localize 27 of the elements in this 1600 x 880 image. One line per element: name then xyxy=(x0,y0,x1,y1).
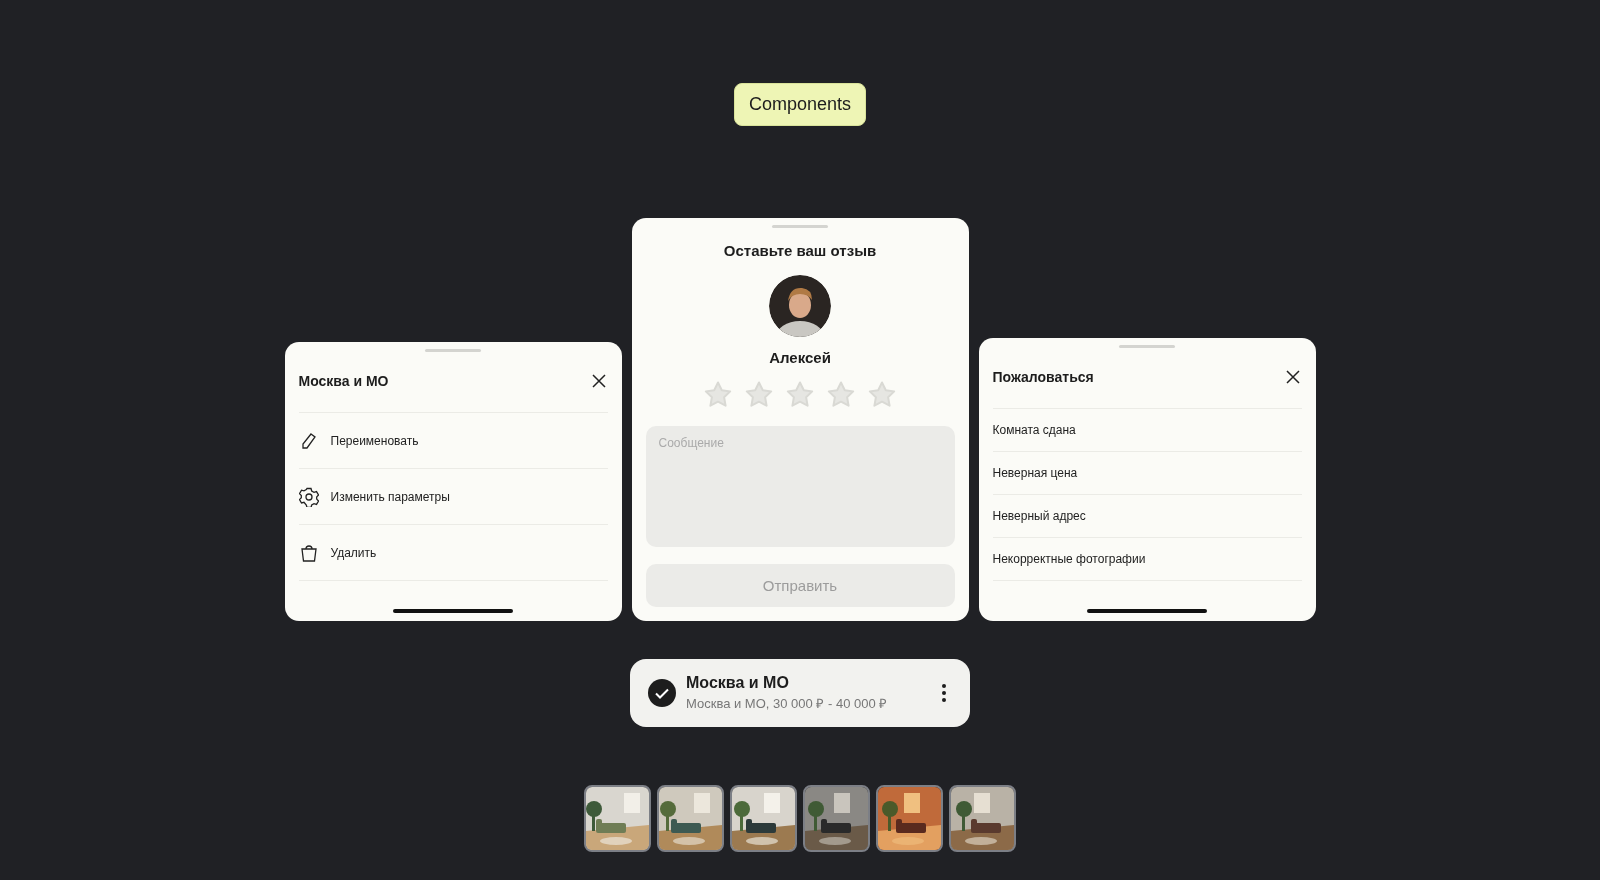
saved-search-card[interactable]: Москва и МО Москва и МО, 30 000 ₽ - 40 000 ₽ xyxy=(630,659,970,727)
star-icon[interactable] xyxy=(867,380,897,410)
sheet-title: Пожаловаться xyxy=(992,369,1094,385)
star-icon[interactable] xyxy=(826,380,856,410)
menu-item[interactable]: Изменить параметры xyxy=(330,489,450,504)
card-title: Москва и МО xyxy=(686,674,790,692)
star-rating[interactable] xyxy=(703,380,897,410)
sheet-title: Москва и МО xyxy=(298,373,389,389)
trash-icon xyxy=(298,542,319,563)
menu-item[interactable]: Некорректные фотографии xyxy=(992,552,1146,566)
close-button[interactable] xyxy=(589,372,608,390)
menu-item[interactable]: Переименовать xyxy=(330,433,419,448)
reviewer-name: Алексей xyxy=(769,349,831,366)
star-icon[interactable] xyxy=(703,380,733,410)
menu-item[interactable]: Удалить xyxy=(330,545,377,560)
gear-icon xyxy=(298,486,319,507)
check-icon[interactable] xyxy=(648,679,676,707)
close-button[interactable] xyxy=(1283,368,1302,386)
menu-item[interactable]: Комната сдана xyxy=(992,423,1076,437)
star-icon[interactable] xyxy=(785,380,815,410)
card-subtitle: Москва и МО, 30 000 ₽ - 40 000 ₽ xyxy=(686,695,889,712)
menu-item[interactable]: Неверная цена xyxy=(992,466,1078,480)
menu-item[interactable]: Неверный адрес xyxy=(992,509,1086,523)
sheet-title: Оставьте ваш отзыв xyxy=(723,242,877,259)
star-icon[interactable] xyxy=(744,380,774,410)
components-badge: Components xyxy=(733,83,867,126)
message-field[interactable]: Сообщение xyxy=(645,426,955,547)
